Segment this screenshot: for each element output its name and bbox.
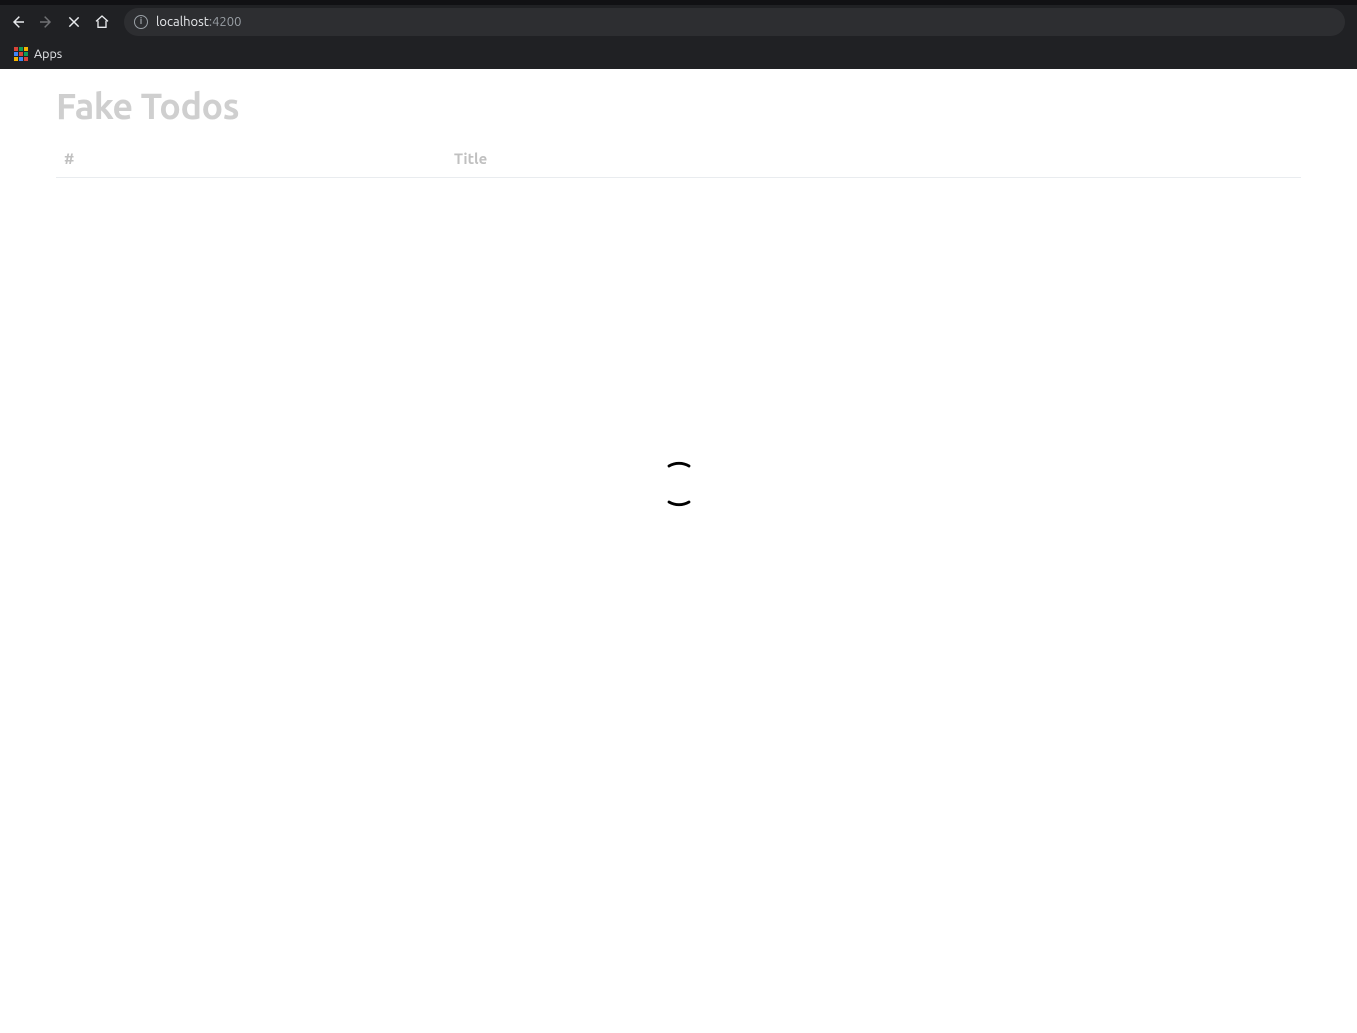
back-button[interactable] [4,8,32,36]
bookmarks-bar: Apps [0,38,1357,69]
spinner-icon [654,459,704,509]
url-host: localhost [156,15,209,29]
back-icon [10,14,26,30]
page-title: Fake Todos [56,85,1301,126]
column-header-hash: # [64,150,454,167]
home-icon [94,14,110,30]
table-header: # Title [56,140,1301,178]
browser-toolbar: i localhost:4200 [0,5,1357,38]
url-port: :4200 [209,15,242,29]
stop-button[interactable] [60,8,88,36]
forward-button [32,8,60,36]
home-button[interactable] [88,8,116,36]
apps-button[interactable]: Apps [8,43,68,65]
browser-chrome: i localhost:4200 Apps [0,0,1357,69]
page-content: Fake Todos # Title [0,69,1357,1033]
address-bar[interactable]: i localhost:4200 [124,8,1345,36]
close-icon [66,14,82,30]
column-header-title: Title [454,150,1293,167]
loading-spinner [654,459,704,513]
forward-icon [38,14,54,30]
apps-label: Apps [34,47,62,61]
site-info-icon[interactable]: i [134,15,148,29]
apps-icon [14,47,28,61]
url-text: localhost:4200 [156,15,241,29]
